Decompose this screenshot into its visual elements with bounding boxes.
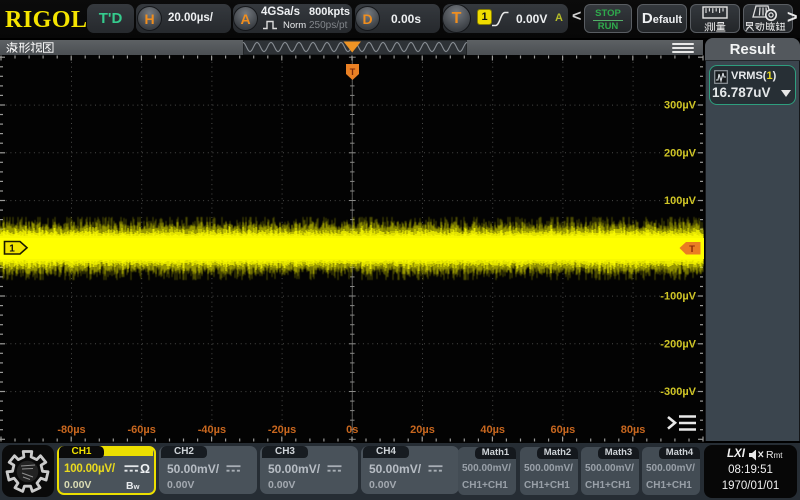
svg-text:100µV: 100µV [664, 195, 697, 207]
svg-text:-60µs: -60µs [128, 424, 156, 436]
svg-text:-300µV: -300µV [660, 386, 696, 398]
svg-text:60µs: 60µs [551, 424, 576, 436]
svg-text:T: T [350, 67, 356, 77]
svg-text:-200µV: -200µV [660, 338, 696, 350]
svg-text:-100µV: -100µV [660, 291, 696, 303]
svg-text:40µs: 40µs [480, 424, 505, 436]
svg-text:-20µs: -20µs [268, 424, 296, 436]
svg-text:80µs: 80µs [621, 424, 646, 436]
svg-text:0s: 0s [346, 424, 358, 436]
svg-text:300µV: 300µV [664, 100, 697, 112]
svg-text:T: T [689, 244, 695, 255]
svg-text:-40µs: -40µs [198, 424, 226, 436]
svg-text:200µV: 200µV [664, 147, 697, 159]
svg-text:1: 1 [9, 244, 15, 255]
svg-text:20µs: 20µs [410, 424, 435, 436]
svg-text:-80µs: -80µs [57, 424, 85, 436]
